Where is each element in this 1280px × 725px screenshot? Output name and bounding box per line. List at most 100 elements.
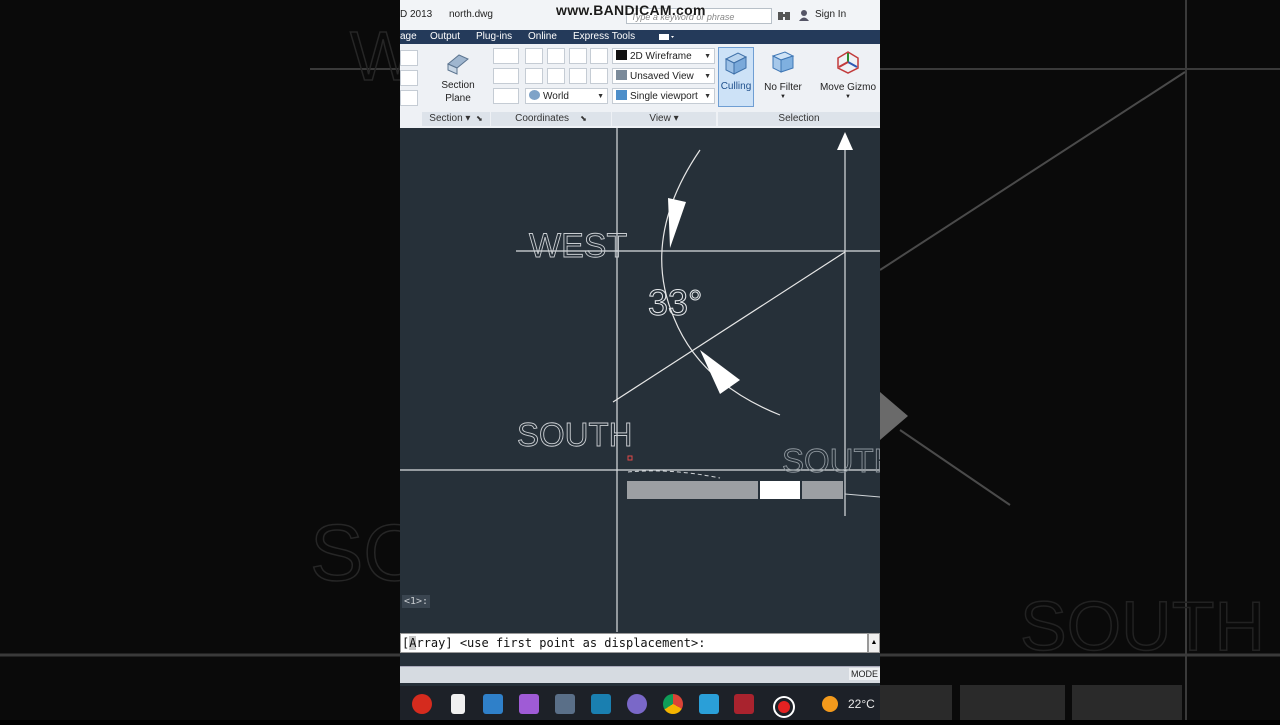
culling-icon — [724, 51, 748, 80]
no-filter-arrow-icon: ▼ — [780, 94, 786, 100]
move-gizmo-label: Move Gizmo — [819, 82, 877, 93]
visual-style-select[interactable]: 2D Wireframe ▼ — [612, 48, 715, 64]
binoculars-icon[interactable] — [778, 10, 790, 21]
drawing-canvas[interactable]: WEST 33° SOUTH SOUTH — [400, 128, 880, 632]
ucs-icon-button[interactable] — [493, 88, 519, 104]
arc-arrow-upper — [668, 198, 686, 248]
record-icon[interactable] — [775, 698, 793, 716]
tab-express-tools[interactable]: Express Tools — [573, 30, 635, 44]
viewport-config-select[interactable]: Single viewport ▼ — [612, 88, 715, 104]
sketchup-icon[interactable] — [591, 694, 611, 714]
ucs-previous-button[interactable] — [525, 68, 543, 84]
named-view-value: Unsaved View — [630, 71, 694, 82]
svg-text:SO: SO — [310, 508, 400, 597]
culling-label: Culling — [720, 81, 752, 92]
no-filter-label: No Filter — [764, 82, 802, 93]
panel-selection-label[interactable]: Selection — [718, 112, 880, 126]
chrome-icon[interactable] — [663, 694, 683, 714]
settings-tool-icon[interactable] — [555, 694, 575, 714]
coordinate-system-value: World — [543, 91, 569, 102]
ucs-named-button[interactable] — [493, 68, 519, 84]
tool-button-2[interactable] — [400, 70, 418, 86]
tab-output[interactable]: Output — [430, 30, 460, 44]
svg-text:W: W — [350, 17, 400, 95]
ucs-face-button[interactable] — [569, 68, 587, 84]
background-left-drawing: W SO — [0, 16, 426, 657]
section-plane-label-1: Section — [441, 80, 475, 91]
viewport-number: <1>: — [402, 595, 431, 608]
command-text: rray] <use first point as displacement>: — [416, 636, 706, 650]
no-filter-button[interactable]: No Filter ▼ — [760, 47, 806, 107]
move-gizmo-icon — [836, 50, 860, 79]
model-toggle[interactable]: MODE — [849, 668, 880, 680]
tab-plugins[interactable]: Plug-ins — [476, 30, 512, 44]
ribbon-tabs: age Output Plug-ins Online Express Tools — [400, 30, 880, 44]
label-west: WEST — [529, 227, 627, 265]
ucs-object-button[interactable] — [547, 68, 565, 84]
visual-style-icon — [616, 50, 627, 60]
ribbon-toggle-icon[interactable] — [658, 32, 674, 42]
tail-line — [844, 493, 880, 498]
cursor-pickbox — [627, 455, 633, 461]
label-south-left: SOUTH — [517, 416, 633, 453]
ucs-origin-button[interactable] — [525, 48, 543, 64]
sign-in-link[interactable]: Sign In — [815, 9, 846, 20]
command-history-arrow-icon[interactable]: ▲ — [868, 633, 880, 653]
ucs-z-button[interactable] — [547, 48, 565, 64]
ucs-x-button[interactable] — [590, 48, 608, 64]
coordinate-system-select[interactable]: World ▼ — [525, 88, 608, 104]
selected-bar-2 — [760, 481, 800, 499]
ucs-y-button[interactable] — [590, 68, 608, 84]
drawing-viewport[interactable]: WEST 33° SOUTH SOUTH — [400, 128, 880, 632]
dashed-preview-line — [627, 470, 721, 479]
tab-manage[interactable]: age — [400, 30, 417, 44]
tor-browser-icon[interactable] — [627, 694, 647, 714]
status-bar: MODE — [400, 666, 880, 683]
autocad-taskbar-icon[interactable] — [734, 694, 754, 714]
command-line[interactable]: [Array] <use first point as displacement… — [400, 633, 868, 653]
move-gizmo-button[interactable]: Move Gizmo ▼ — [816, 47, 880, 107]
panel-section-label[interactable]: Section ▾ ⬊ — [422, 112, 490, 126]
ucs-button[interactable] — [493, 48, 519, 64]
command-spacer — [400, 653, 880, 666]
weather-sun-icon — [822, 696, 838, 712]
temperature-readout: 22°C — [848, 697, 875, 711]
globe-icon — [529, 90, 540, 100]
section-plane-label-2: Plane — [445, 93, 471, 104]
opera-icon[interactable] — [412, 694, 432, 714]
view-icon — [616, 70, 627, 80]
notepad-icon[interactable] — [451, 694, 465, 714]
selected-bar-3 — [802, 481, 843, 499]
section-plane-button[interactable]: Section Plane — [436, 48, 480, 108]
svg-text:SOUTH: SOUTH — [1020, 587, 1265, 665]
background-right: SOUTH — [879, 0, 1280, 720]
tool-button-1[interactable] — [400, 50, 418, 66]
selected-bar-1 — [627, 481, 758, 499]
video-editor-icon[interactable] — [519, 694, 539, 714]
app-title: D 2013 — [400, 9, 433, 20]
tool-button-3[interactable] — [400, 90, 418, 106]
app-c-icon[interactable] — [699, 694, 719, 714]
title-bar: D 2013 north.dwg Type a keyword or phras… — [400, 0, 880, 30]
tab-online[interactable]: Online — [528, 30, 557, 44]
label-south-right: SOUTH — [782, 442, 880, 479]
filter-cube-icon — [771, 50, 795, 79]
culling-button[interactable]: Culling — [718, 47, 754, 107]
panel-view-label[interactable]: View ▾ — [612, 112, 716, 126]
viewport-icon — [616, 90, 627, 100]
move-gizmo-arrow-icon: ▼ — [845, 94, 851, 100]
panel-coordinates-label[interactable]: Coordinates ⬊ — [491, 112, 611, 126]
autocad-window: D 2013 north.dwg Type a keyword or phras… — [400, 0, 880, 720]
visual-style-value: 2D Wireframe — [630, 51, 692, 62]
recorder-watermark: www.BANDICAM.com — [556, 2, 706, 18]
arc-arrow-lower — [700, 350, 740, 394]
viewport-config-value: Single viewport — [630, 91, 698, 102]
section-plane-icon — [445, 50, 471, 81]
photos-icon[interactable] — [483, 694, 503, 714]
ribbon-panel: Section Plane Section ▾ ⬊ World ▼ Coordin… — [400, 44, 880, 129]
ucs-3point-button[interactable] — [569, 48, 587, 64]
named-view-select[interactable]: Unsaved View ▼ — [612, 68, 715, 84]
file-name: north.dwg — [449, 9, 493, 20]
label-angle: 33° — [648, 282, 702, 323]
user-icon[interactable] — [798, 9, 810, 21]
